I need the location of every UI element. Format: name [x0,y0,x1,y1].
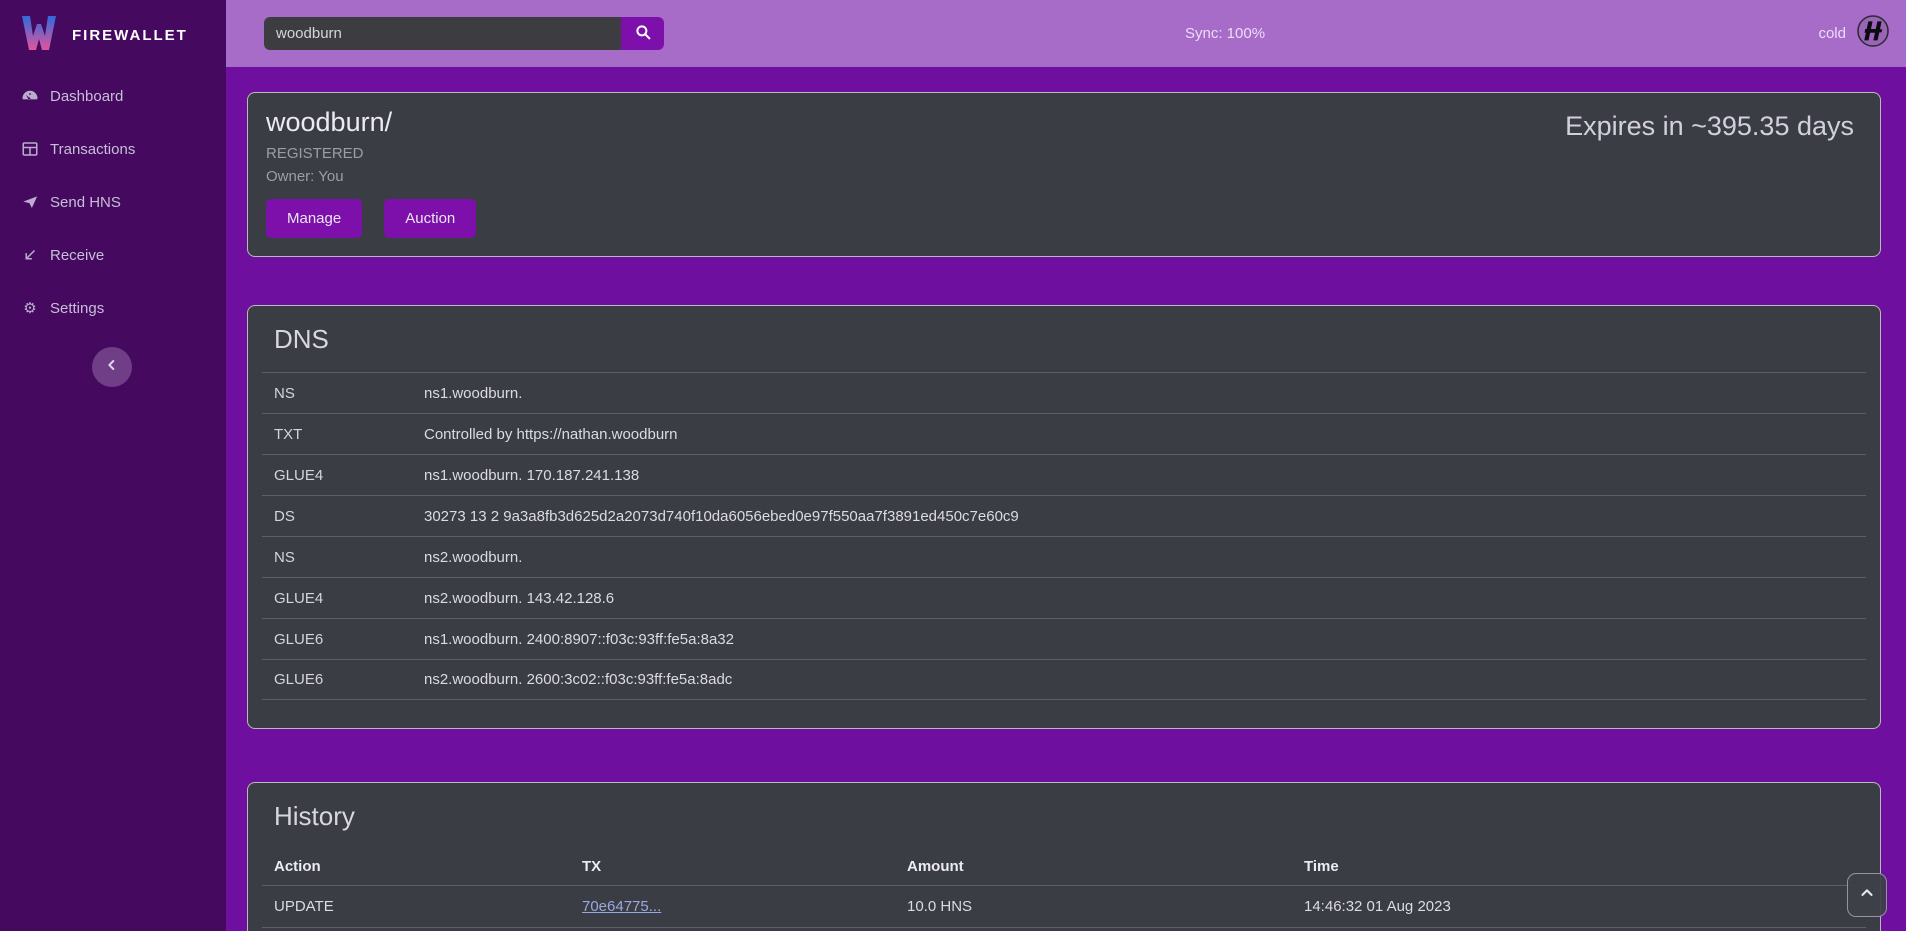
history-card-title: History [274,799,1854,833]
dns-record-value: ns1.woodburn. [424,385,1854,402]
sidebar-nav: Dashboard Transactions Send HNS [0,75,226,329]
dns-record-type: GLUE4 [274,467,424,484]
dns-record-value: Controlled by https://nathan.woodburn [424,426,1854,443]
dns-record-row: NS ns2.woodburn. [262,536,1866,577]
history-col-amount: Amount [907,858,1304,875]
sidebar-item-label: Dashboard [50,88,123,105]
dns-record-row: DS 30273 13 2 9a3a8fb3d625d2a2073d740f10… [262,495,1866,536]
dns-record-value: ns1.woodburn. 170.187.241.138 [424,467,1854,484]
history-col-time: Time [1304,858,1854,875]
sync-status: Sync: 100% [1185,25,1265,42]
handshake-coin-icon[interactable] [1856,14,1890,53]
sidebar-item-dashboard[interactable]: Dashboard [0,75,226,117]
sidebar-item-settings[interactable]: ⚙ Settings [0,287,226,329]
sidebar-item-label: Transactions [50,141,135,158]
history-card: History Action TX Amount Time UPDATE 70e… [247,782,1881,931]
dns-record-row: GLUE4 ns1.woodburn. 170.187.241.138 [262,454,1866,495]
history-table: Action TX Amount Time UPDATE 70e64775...… [262,847,1866,931]
domain-owner: Owner: You [266,168,1854,185]
sidebar-collapse-button[interactable] [92,347,132,387]
history-row: RENEW d79c5e64... 10.0 HNS 15:47:36 07 F… [262,927,1866,931]
wallet-name: cold [1818,25,1846,42]
chevron-up-icon [1858,884,1876,907]
dns-record-value: ns1.woodburn. 2400:8907::f03c:93ff:fe5a:… [424,631,1854,648]
history-col-tx: TX [582,858,907,875]
wallet-indicator: cold [1818,0,1890,67]
sidebar-item-label: Settings [50,300,104,317]
dns-record-type: GLUE6 [274,631,424,648]
sidebar: FIREWALLET Dashboard Transactions [0,0,226,931]
history-row: UPDATE 70e64775... 10.0 HNS 14:46:32 01 … [262,885,1866,927]
dns-record-type: DS [274,508,424,525]
dns-record-type: GLUE6 [274,671,424,688]
dns-record-row: GLUE6 ns2.woodburn. 2600:3c02::f03c:93ff… [262,659,1866,700]
dns-record-row: TXT Controlled by https://nathan.woodbur… [262,413,1866,454]
search-icon [634,23,652,44]
scroll-top-button[interactable] [1847,873,1887,917]
dns-record-row: GLUE6 ns1.woodburn. 2400:8907::f03c:93ff… [262,618,1866,659]
dns-record-value: 30273 13 2 9a3a8fb3d625d2a2073d740f10da6… [424,508,1854,525]
manage-button[interactable]: Manage [266,199,362,238]
main-content: woodburn/ REGISTERED Owner: You Manage A… [226,67,1906,931]
expires-label: Expires in ~395.35 days [1565,111,1854,142]
history-header-row: Action TX Amount Time [262,847,1866,885]
brand-name: FIREWALLET [72,27,188,44]
topbar: Sync: 100% cold [226,0,1906,67]
auction-button[interactable]: Auction [384,199,476,238]
brand: FIREWALLET [0,0,226,67]
dns-record-type: TXT [274,426,424,443]
settings-gear-icon: ⚙ [21,299,39,317]
send-plane-icon [21,193,39,211]
sidebar-item-label: Receive [50,247,104,264]
dns-record-value: ns2.woodburn. [424,549,1854,566]
sidebar-item-transactions[interactable]: Transactions [0,128,226,170]
search-bar [264,17,664,50]
domain-card: woodburn/ REGISTERED Owner: You Manage A… [247,92,1881,257]
dns-table: NS ns1.woodburn. TXT Controlled by https… [262,372,1866,700]
chevron-left-icon [104,357,120,378]
dns-record-type: GLUE4 [274,590,424,607]
search-button[interactable] [621,17,664,50]
history-action: UPDATE [274,898,582,915]
dns-card-title: DNS [274,322,1854,356]
sidebar-item-send-hns[interactable]: Send HNS [0,181,226,223]
sidebar-item-label: Send HNS [50,194,121,211]
dns-record-value: ns2.woodburn. 2600:3c02::f03c:93ff:fe5a:… [424,671,1854,688]
tx-link[interactable]: 70e64775... [582,898,661,915]
dns-record-type: NS [274,385,424,402]
domain-status: REGISTERED [266,145,1854,162]
history-time: 14:46:32 01 Aug 2023 [1304,898,1854,915]
receive-arrow-icon [21,246,39,264]
dns-record-type: NS [274,549,424,566]
sidebar-item-receive[interactable]: Receive [0,234,226,276]
dns-card: DNS NS ns1.woodburn. TXT Controlled by h… [247,305,1881,729]
search-input[interactable] [264,17,621,50]
dns-record-row: GLUE4 ns2.woodburn. 143.42.128.6 [262,577,1866,618]
dns-record-row: NS ns1.woodburn. [262,372,1866,413]
history-amount: 10.0 HNS [907,898,1304,915]
firewallet-w-logo [18,14,60,57]
dns-record-value: ns2.woodburn. 143.42.128.6 [424,590,1854,607]
transactions-table-icon [21,140,39,158]
dashboard-gauge-icon [21,87,39,105]
history-col-action: Action [274,858,582,875]
